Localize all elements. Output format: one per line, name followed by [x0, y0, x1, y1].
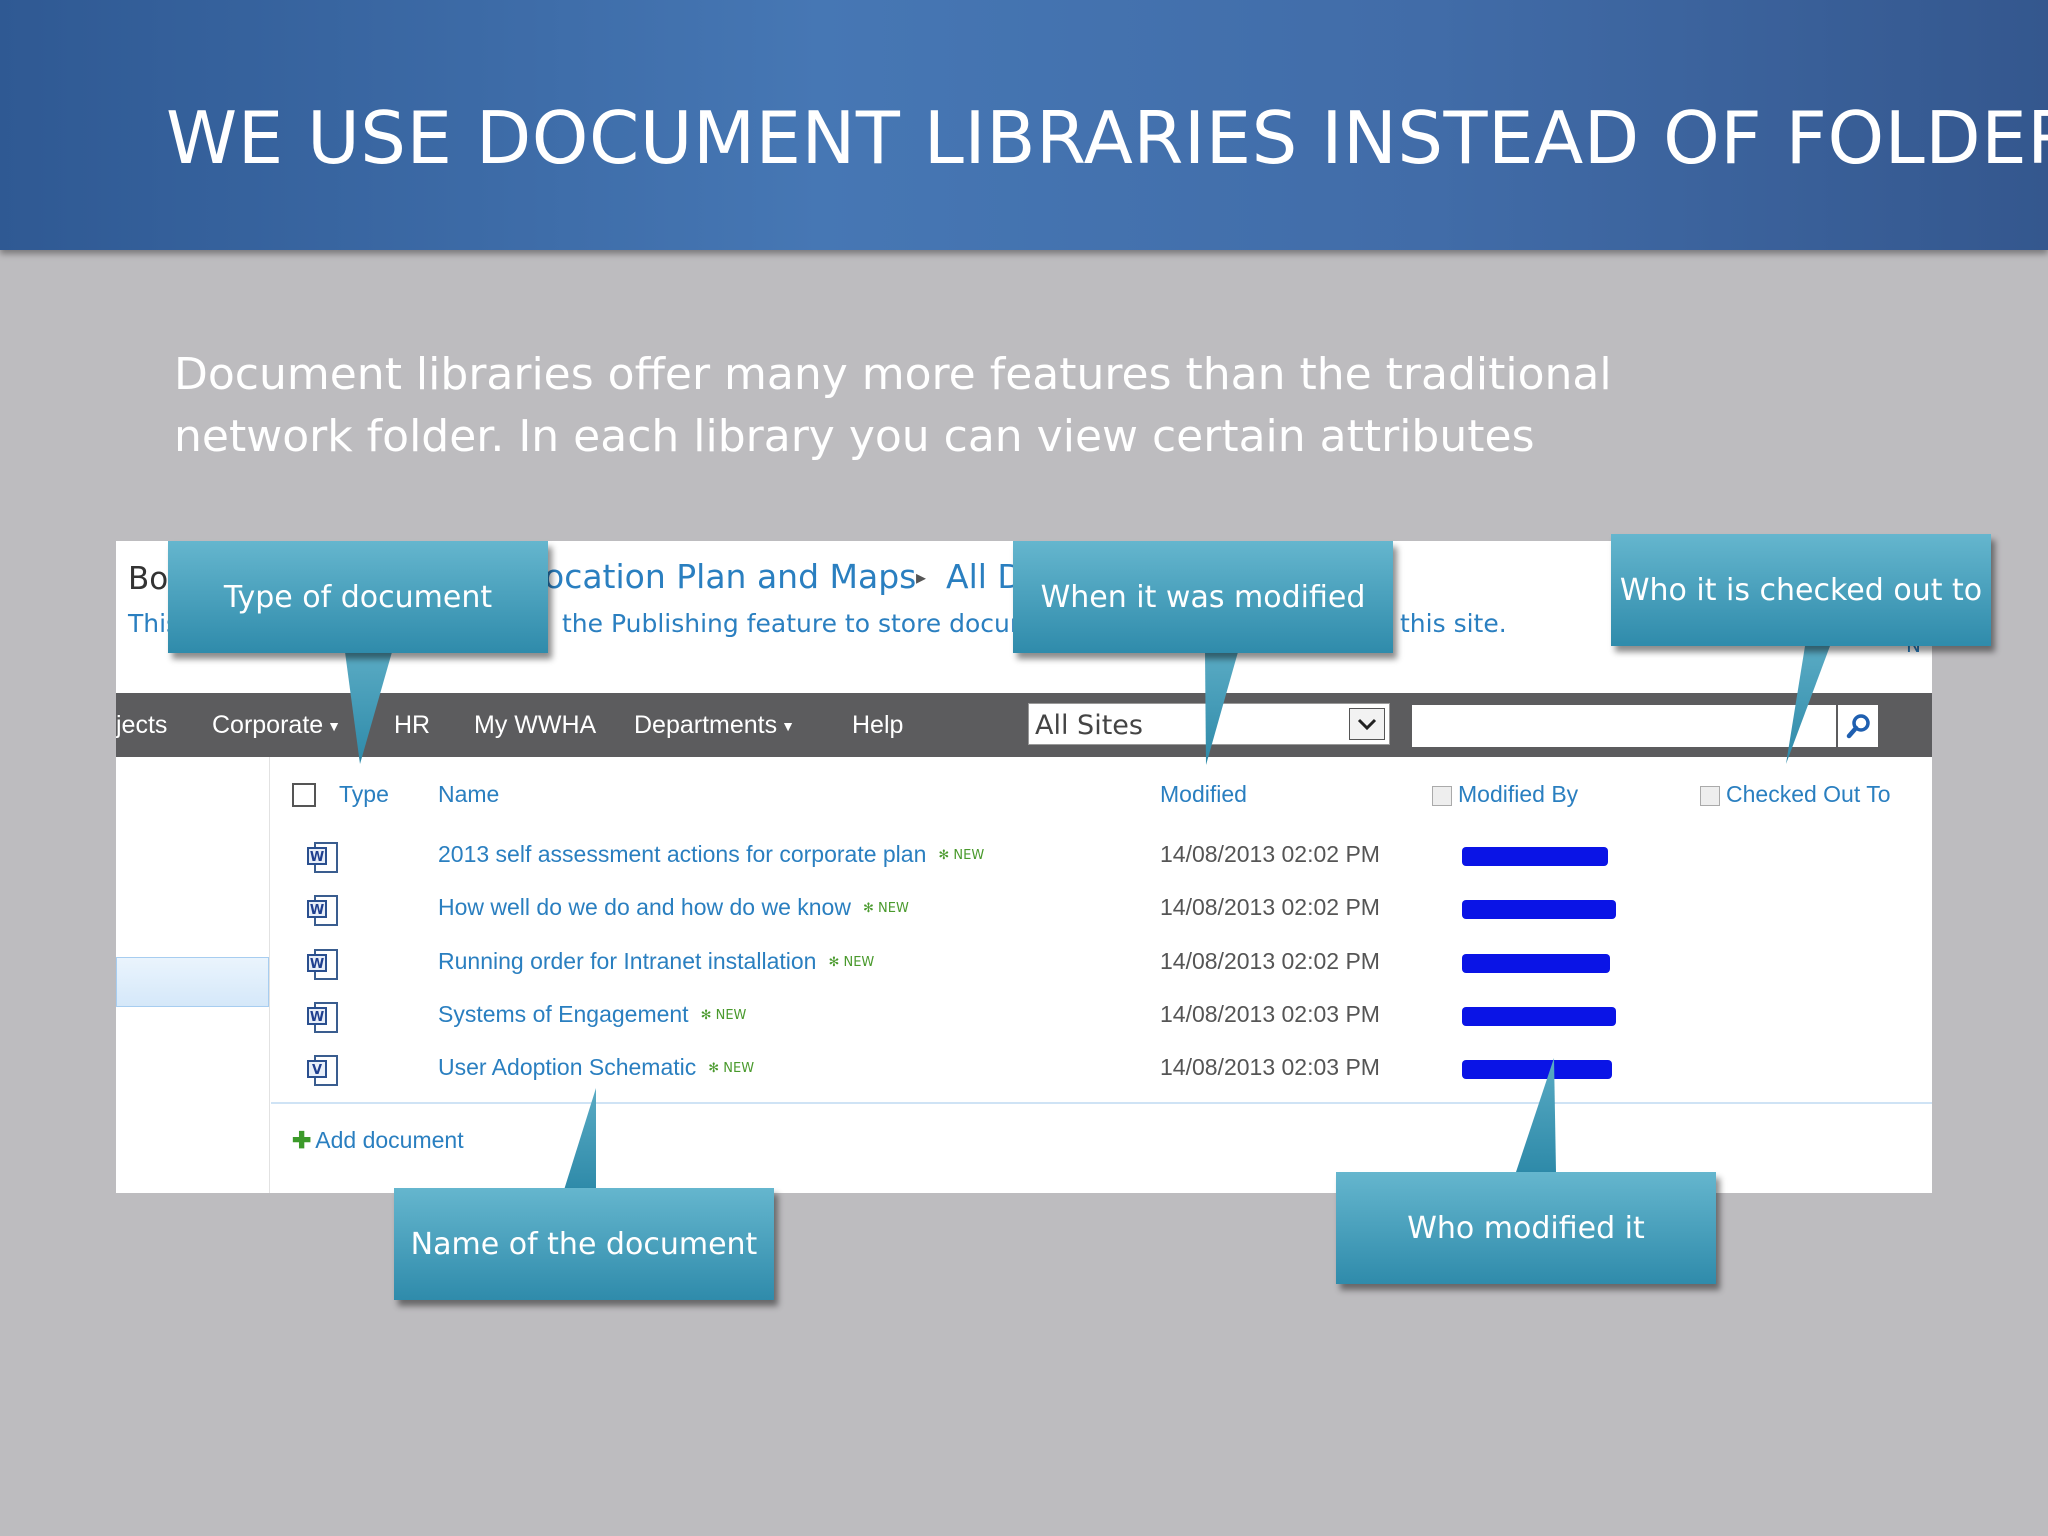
callout-pointer-modified — [1205, 652, 1238, 765]
callout-pointer-name — [564, 1088, 596, 1190]
callout-pointer-modified-by — [1516, 1058, 1556, 1172]
callout-pointer-type — [345, 652, 392, 764]
callout-when-modified: When it was modified — [1013, 541, 1393, 653]
callout-pointers — [345, 646, 1830, 1190]
callout-name-of-document: Name of the document — [394, 1188, 774, 1300]
callout-who-modified: Who modified it — [1336, 1172, 1716, 1284]
callout-type-of-document: Type of document — [168, 541, 548, 653]
callout-checked-out-to: Who it is checked out to — [1611, 534, 1991, 646]
callout-pointer-checked-out — [1786, 646, 1830, 764]
